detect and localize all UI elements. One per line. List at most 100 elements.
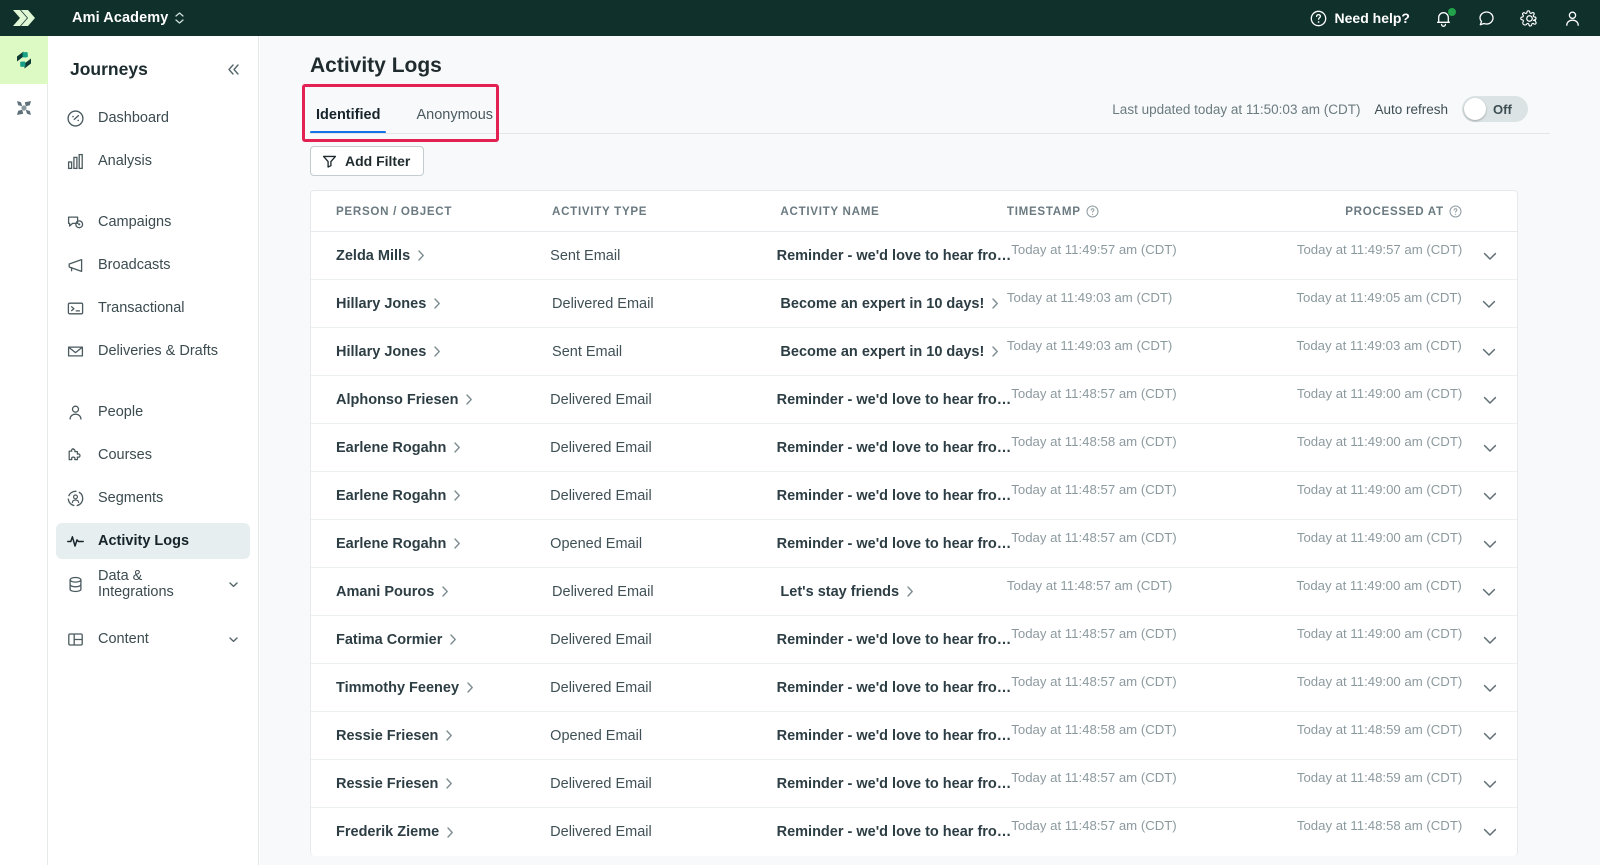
sidebar-item-data-integrations[interactable]: Data & Integrations [56, 566, 250, 602]
add-filter-button[interactable]: Add Filter [310, 146, 425, 176]
table-row[interactable]: Earlene Rogahn Opened Email Reminder - we'… [311, 520, 1517, 568]
cell-person-object[interactable]: Fatima Cormier [311, 632, 550, 648]
chevron-down-icon [1480, 343, 1498, 361]
table-row[interactable]: Timmothy Feeney Delivered Email Reminder -… [311, 664, 1517, 712]
cell-person-object[interactable]: Frederik Zieme [311, 824, 550, 840]
cell-person-object[interactable]: Earlene Rogahn [311, 488, 550, 504]
table-row[interactable]: Hillary Jones Delivered Email Become an ex… [311, 280, 1517, 328]
rail-item-journeys[interactable] [0, 36, 48, 84]
sidebar-item-transactional[interactable]: Transactional [56, 290, 250, 326]
chevron-down-icon[interactable] [227, 578, 240, 591]
row-expand-button[interactable] [1462, 631, 1517, 649]
cell-person-object[interactable]: Alphonso Friesen [311, 392, 550, 408]
megaphone-icon [66, 256, 85, 275]
brand-chevrons-icon[interactable] [0, 0, 48, 36]
person-name: Alphonso Friesen [336, 391, 459, 408]
gear-icon[interactable] [1520, 9, 1539, 28]
cell-activity-name: Reminder - we'd love to hear fro… [777, 824, 1012, 840]
last-updated-text: Last updated today at 11:50:03 am (CDT) [1112, 101, 1361, 117]
cell-activity-name[interactable]: Become an expert in 10 days! [780, 344, 1007, 360]
cell-person-object[interactable]: Zelda Mills [311, 248, 550, 264]
table-row[interactable]: Earlene Rogahn Delivered Email Reminder - … [311, 424, 1517, 472]
cell-timestamp: Today at 11:49:57 am (CDT) [1011, 242, 1177, 257]
table-row[interactable]: Ressie Friesen Delivered Email Reminder - … [311, 760, 1517, 808]
row-expand-button[interactable] [1462, 823, 1517, 841]
row-expand-button[interactable] [1462, 727, 1517, 745]
user-icon[interactable] [1563, 9, 1582, 28]
table-row[interactable]: Ressie Friesen Opened Email Reminder - we'… [311, 712, 1517, 760]
table-row[interactable]: Earlene Rogahn Delivered Email Reminder - … [311, 472, 1517, 520]
auto-refresh-toggle[interactable]: Off [1462, 96, 1528, 122]
info-circle-icon[interactable] [1449, 205, 1462, 218]
chevron-down-icon [1481, 727, 1499, 745]
rail-item-data-pipelines[interactable] [0, 84, 48, 132]
cell-activity-name[interactable]: Let's stay friends [780, 584, 1007, 600]
row-expand-button[interactable] [1462, 487, 1517, 505]
cell-person-object[interactable]: Earlene Rogahn [311, 440, 550, 456]
cell-processed-at: Today at 11:49:00 am (CDT) [1296, 434, 1463, 449]
person-name: Ressie Friesen [336, 775, 439, 792]
sidebar-item-campaigns[interactable]: Campaigns [56, 204, 250, 240]
cell-activity-name: Reminder - we'd love to hear fro… [777, 440, 1012, 456]
sidebar-item-analysis[interactable]: Analysis [56, 143, 250, 179]
row-expand-button[interactable] [1462, 439, 1517, 457]
up-down-chevrons-icon [175, 12, 185, 24]
cell-activity-name[interactable]: Become an expert in 10 days! [780, 296, 1007, 312]
sidebar-item-content[interactable]: Content [56, 621, 250, 657]
sidebar-item-courses[interactable]: Courses [56, 437, 250, 473]
cell-person-object[interactable]: Hillary Jones [311, 296, 552, 312]
row-expand-button[interactable] [1462, 343, 1517, 361]
need-help-button[interactable]: Need help? [1310, 10, 1410, 27]
cell-person-object[interactable]: Ressie Friesen [311, 728, 550, 744]
row-expand-button[interactable] [1462, 391, 1517, 409]
row-expand-button[interactable] [1462, 535, 1517, 553]
chat-bubble-icon[interactable] [1477, 9, 1496, 28]
table-row[interactable]: Frederik Zieme Delivered Email Reminder - … [311, 808, 1517, 856]
bell-icon[interactable] [1434, 7, 1456, 28]
chevron-right-icon [906, 585, 915, 598]
sidebar-item-segments[interactable]: Segments [56, 480, 250, 516]
cell-person-object[interactable]: Amani Pouros [311, 584, 552, 600]
row-expand-button[interactable] [1462, 295, 1517, 313]
toggle-state-label: Off [1493, 101, 1512, 117]
sidebar-divider-gap [56, 186, 250, 204]
database-icon [66, 575, 85, 594]
cell-activity-name: Reminder - we'd love to hear fro… [777, 248, 1012, 264]
sidebar-item-label: People [98, 404, 144, 420]
sidebar-item-label: Courses [98, 447, 152, 463]
row-expand-button[interactable] [1462, 679, 1517, 697]
column-header-processed-at-label: PROCESSED AT [1345, 204, 1444, 218]
table-row[interactable]: Fatima Cormier Delivered Email Reminder - … [311, 616, 1517, 664]
chevron-right-icon [433, 345, 442, 358]
row-expand-button[interactable] [1462, 775, 1517, 793]
tab-anonymous[interactable]: Anonymous [410, 107, 499, 134]
cell-person-object[interactable]: Ressie Friesen [311, 776, 550, 792]
chevron-down-icon[interactable] [227, 633, 240, 646]
column-header-timestamp-label: TIMESTAMP [1006, 204, 1081, 218]
tab-identified[interactable]: Identified [310, 107, 387, 134]
cell-person-object[interactable]: Hillary Jones [311, 344, 552, 360]
sidebar-item-deliveries-drafts[interactable]: Deliveries & Drafts [56, 333, 250, 369]
table-row[interactable]: Zelda Mills Sent Email Reminder - we'd lov… [311, 232, 1517, 280]
row-expand-button[interactable] [1462, 583, 1517, 601]
sidebar-item-broadcasts[interactable]: Broadcasts [56, 247, 250, 283]
table-row[interactable]: Alphonso Friesen Delivered Email Reminder … [311, 376, 1517, 424]
double-chevron-left-icon[interactable] [225, 61, 242, 78]
org-switcher[interactable]: Ami Academy [72, 10, 185, 26]
data-pipelines-x-icon [13, 97, 35, 119]
segments-circle-person-icon [66, 489, 85, 508]
sidebar-item-label: Content [98, 631, 149, 647]
cell-activity-type: Delivered Email [550, 391, 652, 408]
app-rail [0, 36, 48, 865]
row-expand-button[interactable] [1462, 247, 1517, 265]
activity-name: Reminder - we'd love to hear fro… [776, 439, 1012, 456]
cell-person-object[interactable]: Earlene Rogahn [311, 536, 550, 552]
sidebar-item-people[interactable]: People [56, 394, 250, 430]
cell-person-object[interactable]: Timmothy Feeney [311, 680, 550, 696]
sidebar-item-dashboard[interactable]: Dashboard [56, 100, 250, 136]
table-row[interactable]: Amani Pouros Delivered Email Let's stay fr… [311, 568, 1517, 616]
column-header-activity-type: ACTIVITY TYPE [552, 204, 648, 218]
info-circle-icon[interactable] [1086, 205, 1099, 218]
table-row[interactable]: Hillary Jones Sent Email Become an expert … [311, 328, 1517, 376]
sidebar-item-activity-logs[interactable]: Activity Logs [56, 523, 250, 559]
